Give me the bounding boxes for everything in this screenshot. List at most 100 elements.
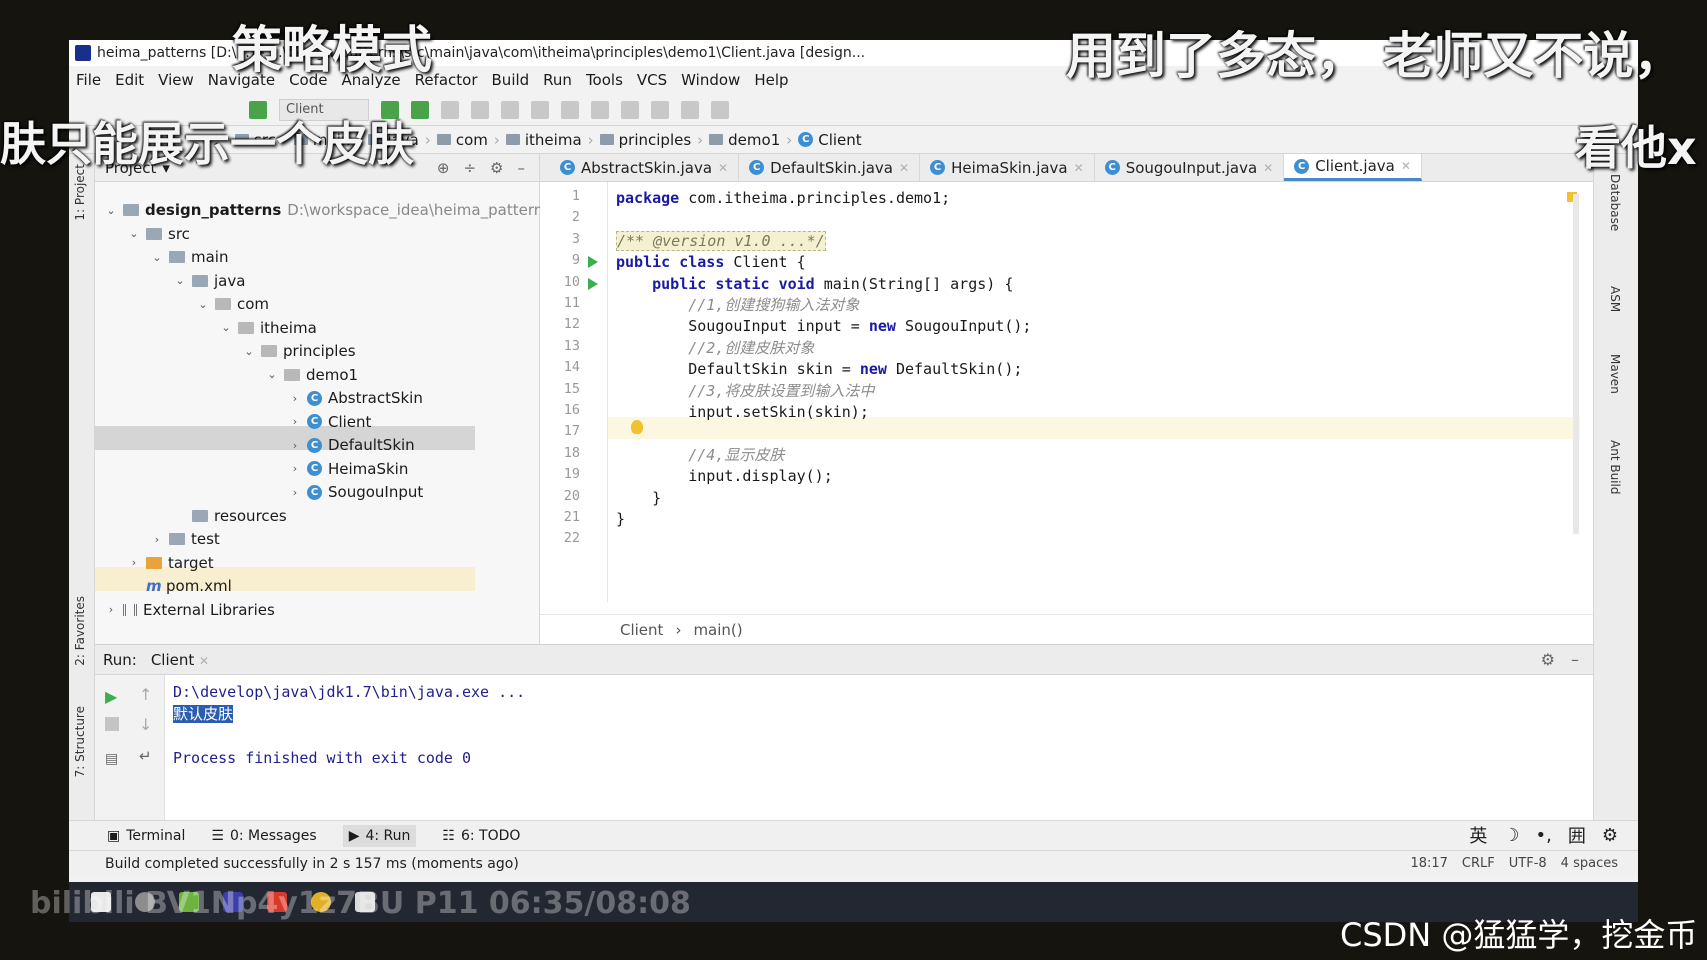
vcs-icon[interactable] bbox=[561, 100, 579, 119]
editor-tab[interactable]: C SougouInput.java ✕ bbox=[1095, 154, 1285, 181]
tree-item[interactable]: › C SougouInput bbox=[289, 480, 423, 504]
tab-terminal[interactable]: ▣ Terminal bbox=[107, 828, 185, 844]
tree-item[interactable]: › C AbstractSkin bbox=[289, 386, 423, 410]
tree-item[interactable]: › External Libraries bbox=[105, 598, 275, 622]
menu-view[interactable]: View bbox=[151, 71, 201, 89]
translate-icon[interactable] bbox=[711, 100, 729, 119]
tree-item[interactable]: › target bbox=[128, 551, 214, 575]
chevron-right-icon[interactable]: › bbox=[128, 556, 140, 569]
editor-scrollbar[interactable] bbox=[1573, 194, 1579, 534]
breadcrumb-client[interactable]: C Client bbox=[792, 131, 867, 149]
run-gutter-icon[interactable] bbox=[588, 277, 598, 290]
close-icon[interactable]: ✕ bbox=[1074, 161, 1084, 175]
rerun-icon[interactable]: ▶ bbox=[105, 687, 119, 706]
caret-position[interactable]: 18:17 bbox=[1410, 856, 1447, 871]
chevron-down-icon[interactable]: ⌄ bbox=[151, 251, 163, 264]
run-tab-client[interactable]: Client ✕ bbox=[151, 651, 209, 669]
code-area[interactable]: package com.itheima.principles.demo1; /**… bbox=[608, 182, 1593, 602]
line-separator[interactable]: CRLF bbox=[1462, 856, 1495, 871]
tree-item[interactable]: ⌄ itheima bbox=[220, 316, 316, 340]
tree-item[interactable]: ⌄ principles bbox=[243, 339, 355, 363]
menu-file[interactable]: File bbox=[69, 71, 108, 89]
editor-tab[interactable]: C DefaultSkin.java ✕ bbox=[739, 154, 921, 181]
chevron-down-icon[interactable]: ⌄ bbox=[105, 204, 117, 217]
locate-icon[interactable]: ⊕ bbox=[437, 159, 450, 177]
tree-item[interactable]: › C DefaultSkin bbox=[289, 433, 415, 457]
close-icon[interactable]: ✕ bbox=[899, 161, 909, 175]
gear-icon[interactable]: ⚙ bbox=[490, 159, 503, 177]
tree-item[interactable]: ⌄ src bbox=[128, 222, 190, 246]
ime-punct-icon[interactable]: •, bbox=[1536, 825, 1552, 846]
footer-crumb-method[interactable]: main() bbox=[693, 621, 742, 639]
menu-build[interactable]: Build bbox=[485, 71, 537, 89]
tree-item[interactable]: ⌄ design_patterns D:\workspace_idea\heima_… bbox=[105, 198, 543, 222]
soft-wrap-icon[interactable]: ↵ bbox=[139, 747, 153, 765]
chevron-down-icon[interactable]: ⌄ bbox=[174, 274, 186, 287]
close-icon[interactable]: ✕ bbox=[1401, 159, 1411, 173]
breadcrumb-principles[interactable]: principles bbox=[594, 131, 698, 149]
menu-run[interactable]: Run bbox=[536, 71, 579, 89]
chevron-right-icon[interactable]: › bbox=[289, 415, 301, 428]
tree-item[interactable]: ⌄ main bbox=[151, 245, 228, 269]
profile-icon[interactable] bbox=[471, 100, 489, 119]
tool-window-structure[interactable]: 7: Structure bbox=[73, 706, 87, 777]
breadcrumb-demo1[interactable]: demo1 bbox=[703, 131, 786, 149]
chevron-right-icon[interactable]: › bbox=[289, 439, 301, 452]
chevron-down-icon[interactable]: ⌄ bbox=[197, 298, 209, 311]
stop-icon[interactable] bbox=[105, 717, 119, 731]
stop-icon[interactable] bbox=[501, 100, 519, 119]
ime-keyboard-icon[interactable]: 囲 bbox=[1568, 822, 1586, 848]
arrow-down-icon[interactable]: ↓ bbox=[139, 715, 153, 734]
close-icon[interactable]: ✕ bbox=[1263, 161, 1273, 175]
tree-item[interactable]: › C Client bbox=[289, 410, 372, 434]
gear-icon[interactable]: ⚙ bbox=[1541, 650, 1555, 669]
tree-item[interactable]: ⌄ java bbox=[174, 269, 245, 293]
tab-messages[interactable]: ☰ 0: Messages bbox=[211, 828, 316, 844]
file-encoding[interactable]: UTF-8 bbox=[1509, 856, 1547, 871]
tree-item[interactable]: resources bbox=[174, 504, 287, 528]
tree-item[interactable]: ⌄ com bbox=[197, 292, 269, 316]
indent-setting[interactable]: 4 spaces bbox=[1561, 856, 1618, 871]
chevron-down-icon[interactable]: ⌄ bbox=[243, 345, 255, 358]
layout-icon[interactable]: ▤ bbox=[105, 751, 119, 767]
tree-item[interactable]: ⌄ demo1 bbox=[266, 363, 358, 387]
close-icon[interactable]: ✕ bbox=[199, 654, 209, 668]
tab-todo[interactable]: ☷ 6: TODO bbox=[442, 828, 520, 844]
update-icon[interactable] bbox=[531, 100, 549, 119]
collapse-all-icon[interactable]: ÷ bbox=[463, 159, 476, 177]
wrench-icon[interactable] bbox=[591, 100, 609, 119]
project-structure-icon[interactable] bbox=[621, 100, 639, 119]
tool-window-asm[interactable]: ASM bbox=[1608, 286, 1622, 312]
tool-window-database[interactable]: Database bbox=[1608, 174, 1622, 231]
ime-moon-icon[interactable]: ☽ bbox=[1503, 825, 1519, 846]
editor-tab[interactable]: C AbstractSkin.java ✕ bbox=[550, 154, 740, 181]
chevron-down-icon[interactable]: ⌄ bbox=[220, 321, 232, 334]
breadcrumb-com[interactable]: com bbox=[431, 131, 494, 149]
tree-item[interactable]: m pom.xml bbox=[128, 574, 232, 598]
chevron-right-icon[interactable]: › bbox=[289, 486, 301, 499]
menu-tools[interactable]: Tools bbox=[579, 71, 630, 89]
chevron-right-icon[interactable]: › bbox=[289, 392, 301, 405]
menu-edit[interactable]: Edit bbox=[108, 71, 151, 89]
coverage-icon[interactable] bbox=[441, 100, 459, 119]
chevron-right-icon[interactable]: › bbox=[289, 462, 301, 475]
editor-tab[interactable]: C Client.java ✕ bbox=[1284, 154, 1422, 181]
close-icon[interactable]: ✕ bbox=[718, 161, 728, 175]
menu-vcs[interactable]: VCS bbox=[630, 71, 674, 89]
breadcrumb-itheima[interactable]: itheima bbox=[500, 131, 588, 149]
arrow-up-icon[interactable]: ↑ bbox=[139, 685, 153, 704]
tool-window-maven[interactable]: Maven bbox=[1608, 354, 1622, 394]
chevron-right-icon[interactable]: › bbox=[105, 603, 117, 616]
ime-lang-toggle[interactable]: 英 bbox=[1469, 822, 1487, 848]
tab-run[interactable]: ▶ 4: Run bbox=[342, 824, 417, 847]
run-gutter-icon[interactable] bbox=[588, 256, 598, 269]
tree-item[interactable]: › test bbox=[151, 527, 220, 551]
footer-crumb-class[interactable]: Client bbox=[620, 621, 663, 639]
chevron-right-icon[interactable]: › bbox=[151, 533, 163, 546]
console-output[interactable]: D:\develop\java\jdk1.7\bin\java.exe ... … bbox=[173, 681, 525, 769]
menu-help[interactable]: Help bbox=[747, 71, 795, 89]
minimize-icon[interactable]: – bbox=[518, 159, 526, 177]
editor-tab[interactable]: C HeimaSkin.java ✕ bbox=[920, 154, 1095, 181]
ime-settings-icon[interactable]: ⚙ bbox=[1602, 825, 1618, 846]
tool-window-favorites[interactable]: 2: Favorites bbox=[73, 596, 87, 666]
